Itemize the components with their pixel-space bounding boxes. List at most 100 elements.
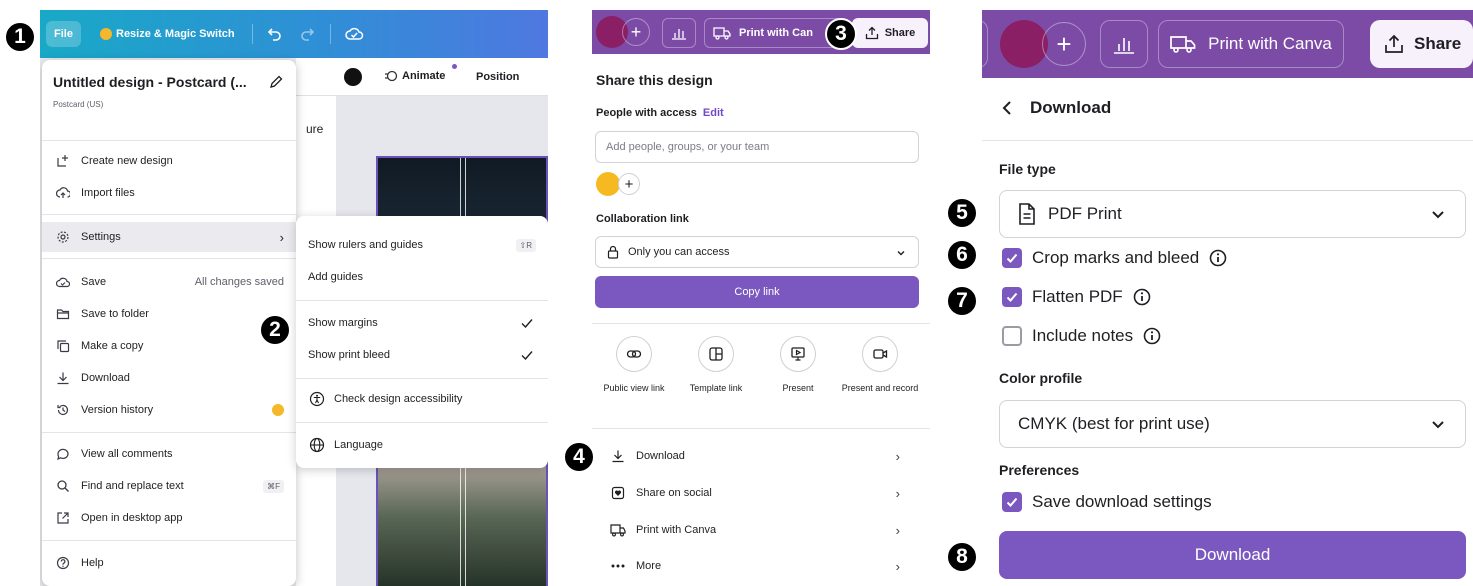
- menu-item-download[interactable]: Download: [42, 363, 296, 393]
- share-title: Share this design: [596, 72, 713, 88]
- folder-icon: [55, 306, 71, 322]
- print-label: Print with Canva: [1208, 34, 1332, 53]
- menu-item-version-history[interactable]: Version history: [42, 395, 296, 425]
- share-row-print-with-canva[interactable]: Print with Canva ›: [592, 512, 930, 548]
- new-dot: [452, 64, 457, 69]
- share-label: Share: [1414, 34, 1462, 53]
- design-subtitle: Postcard (US): [53, 100, 104, 109]
- share-button[interactable]: Share: [1370, 20, 1473, 68]
- panel-share-menu: + Print with Can Share Share this design…: [592, 10, 930, 586]
- submenu-item-label: Check design accessibility: [334, 393, 463, 405]
- editor-toolbar: File Resize & Magic Switch: [40, 10, 548, 58]
- option-present-and-record[interactable]: Present and record: [838, 336, 922, 394]
- info-icon[interactable]: [1209, 249, 1227, 267]
- share-row-share-on-social[interactable]: Share on social ›: [592, 475, 930, 511]
- share-row-more[interactable]: More ›: [592, 548, 930, 584]
- print-with-canva-button[interactable]: Print with Canva: [1158, 20, 1344, 68]
- edit-access-link[interactable]: Edit: [703, 107, 724, 119]
- checkbox-crop-marks-and-bleed[interactable]: Crop marks and bleed: [1002, 248, 1227, 268]
- step-badge-7: 7: [946, 285, 978, 317]
- print-label: Print with Can: [739, 27, 813, 39]
- menu-item-save[interactable]: Save All changes saved: [42, 267, 296, 297]
- side-panel-text-fragment: ure: [306, 122, 324, 136]
- search-icon: [55, 478, 71, 494]
- animate-button[interactable]: Animate: [384, 69, 445, 83]
- menu-item-make-a-copy[interactable]: Make a copy: [42, 331, 296, 361]
- option-template-link[interactable]: Template link: [674, 336, 758, 394]
- color-swatch[interactable]: [344, 68, 362, 86]
- submenu-item-show-print-bleed[interactable]: Show print bleed: [296, 340, 548, 370]
- checkbox-checked[interactable]: [1002, 492, 1022, 512]
- menu-item-settings[interactable]: Settings ›: [42, 222, 296, 252]
- heart-icon: [610, 485, 626, 501]
- checkbox-flatten-pdf[interactable]: Flatten PDF: [1002, 287, 1151, 307]
- menu-item-label: Download: [81, 372, 130, 384]
- submenu-item-check-accessibility[interactable]: Check design accessibility: [296, 384, 548, 414]
- submenu-item-label: Show print bleed: [308, 349, 390, 361]
- access-select[interactable]: Only you can access: [595, 236, 919, 268]
- menu-item-label: Make a copy: [81, 340, 144, 352]
- position-button[interactable]: Position: [476, 71, 519, 83]
- element-toolbar: Animate Position: [296, 58, 548, 96]
- add-people-input[interactable]: Add people, groups, or your team: [595, 131, 919, 163]
- menu-item-help[interactable]: Help: [42, 548, 296, 578]
- option-public-view-link[interactable]: Public view link: [592, 336, 676, 394]
- copy-link-button[interactable]: Copy link: [595, 276, 919, 308]
- insights-icon[interactable]: [1100, 20, 1148, 68]
- submenu-item-language[interactable]: Language: [296, 430, 548, 460]
- add-collaborator-icon[interactable]: +: [622, 18, 650, 46]
- submenu-item-add-guides[interactable]: Add guides: [296, 262, 548, 292]
- checkbox-save-download-settings[interactable]: Save download settings: [1002, 492, 1212, 512]
- menu-item-view-all-comments[interactable]: View all comments: [42, 439, 296, 469]
- pencil-icon[interactable]: [268, 74, 284, 90]
- insights-icon[interactable]: [662, 18, 696, 48]
- cloud-saved-icon[interactable]: [344, 24, 364, 44]
- file-type-select[interactable]: PDF Print: [999, 190, 1466, 238]
- checkbox-unchecked[interactable]: [1002, 326, 1022, 346]
- add-person-icon[interactable]: +: [618, 173, 640, 195]
- shortcut-badge: ⇧R: [515, 238, 536, 252]
- menu-item-save-to-folder[interactable]: Save to folder: [42, 299, 296, 329]
- chevron-down-icon: [1432, 211, 1444, 219]
- color-profile-select[interactable]: CMYK (best for print use): [999, 400, 1466, 448]
- section-divider: [982, 140, 1473, 141]
- checkbox-checked[interactable]: [1002, 248, 1022, 268]
- toolbar-button-fragment[interactable]: [982, 20, 988, 68]
- submenu-item-label: Show rulers and guides: [308, 239, 423, 251]
- chevron-right-icon: ›: [895, 558, 900, 574]
- download-button[interactable]: Download: [999, 531, 1466, 579]
- crown-icon: [100, 28, 112, 40]
- share-options-row: Public view link Template link Present P…: [592, 336, 930, 416]
- menu-item-create-new-design[interactable]: Create new design: [42, 146, 296, 176]
- panel-file-menu: File Resize & Magic Switch Animate Posit…: [40, 10, 548, 586]
- menu-item-open-in-desktop-app[interactable]: Open in desktop app: [42, 503, 296, 533]
- info-icon[interactable]: [1133, 288, 1151, 306]
- save-icon: [55, 274, 71, 290]
- menu-divider: [42, 540, 296, 541]
- file-menu-button[interactable]: File: [46, 21, 81, 47]
- add-collaborator-icon[interactable]: +: [1042, 22, 1086, 66]
- info-icon[interactable]: [1143, 327, 1161, 345]
- checkbox-checked[interactable]: [1002, 287, 1022, 307]
- shortcut-badge: ⌘F: [263, 479, 284, 493]
- avatar[interactable]: [596, 172, 620, 196]
- comment-icon: [55, 446, 71, 462]
- design-title[interactable]: Untitled design - Postcard (...: [53, 74, 247, 90]
- avatar[interactable]: [1000, 20, 1048, 68]
- option-present[interactable]: Present: [756, 336, 840, 394]
- download-back-header[interactable]: Download: [1002, 98, 1111, 118]
- submenu-item-show-margins[interactable]: Show margins: [296, 308, 548, 338]
- menu-item-find-and-replace[interactable]: Find and replace text ⌘F: [42, 471, 296, 501]
- redo-icon[interactable]: [298, 24, 318, 44]
- undo-icon[interactable]: [264, 24, 284, 44]
- create-icon: [55, 153, 71, 169]
- file-type-label: File type: [999, 161, 1056, 177]
- submenu-item-show-rulers[interactable]: Show rulers and guides ⇧R: [296, 230, 548, 260]
- step-badge-4: 4: [563, 441, 595, 473]
- chevron-right-icon: ›: [279, 229, 284, 245]
- checkbox-include-notes[interactable]: Include notes: [1002, 326, 1161, 346]
- share-button[interactable]: Share: [852, 18, 928, 48]
- share-row-download[interactable]: Download ›: [592, 438, 930, 474]
- resize-magic-switch-button[interactable]: Resize & Magic Switch: [92, 21, 243, 47]
- menu-item-import-files[interactable]: Import files: [42, 178, 296, 208]
